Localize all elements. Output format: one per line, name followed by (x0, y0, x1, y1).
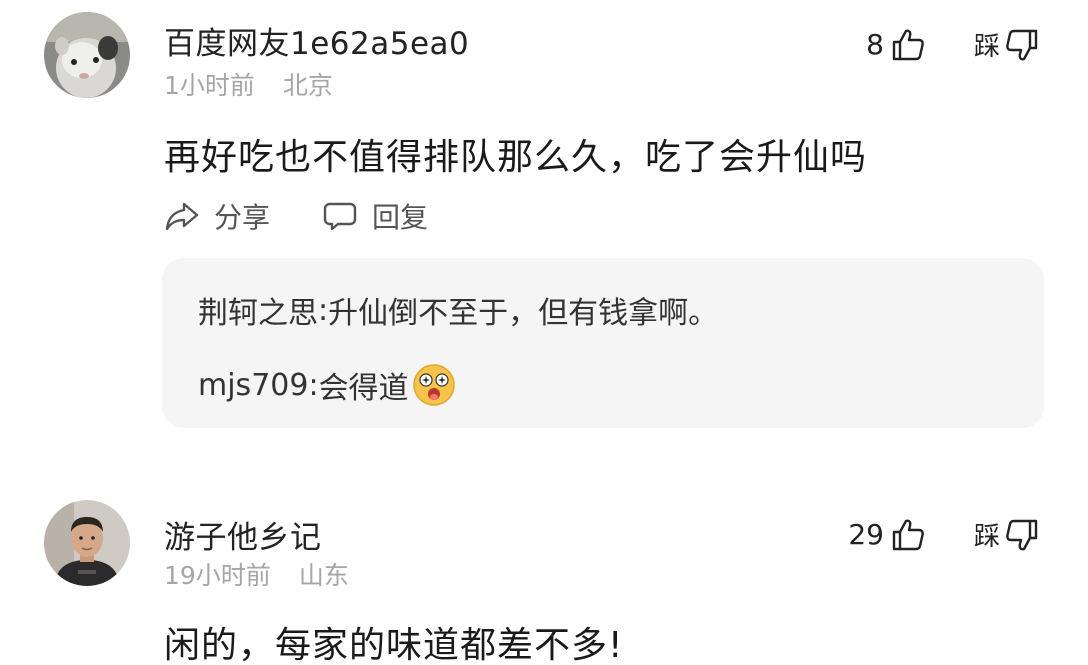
dislike-label[interactable]: 踩 (974, 516, 1000, 553)
reply-item[interactable]: 荆轲之思: 升仙倒不至于，但有钱拿啊。 (198, 288, 718, 332)
thumbs-down-icon[interactable] (1004, 27, 1040, 63)
guinea-pig-avatar-icon (44, 12, 130, 98)
reply-author[interactable]: 荆轲之思 (198, 288, 318, 332)
reply-text: 会得道 (318, 371, 409, 406)
comment-actions: 分享 回复 (164, 196, 428, 236)
location: 山东 (298, 561, 349, 590)
reply-button[interactable]: 回复 (322, 196, 428, 236)
starry-eyed-face-emoji-icon (412, 364, 455, 406)
user-avatar[interactable] (44, 12, 130, 98)
reply-text: 升仙倒不至于，但有钱拿啊。 (328, 296, 719, 331)
vote-area: 29 踩 (848, 516, 1040, 553)
share-button[interactable]: 分享 (164, 196, 270, 236)
username[interactable]: 游子他乡记 (164, 512, 322, 557)
username[interactable]: 百度网友1e62a5ea0 (164, 18, 469, 63)
comment-bubble-icon (323, 202, 357, 231)
reply-thread[interactable]: 荆轲之思: 升仙倒不至于，但有钱拿啊。 mjs709: 会得道 (162, 258, 1044, 428)
reply-separator: : (308, 367, 319, 403)
comment-list: 百度网友1e62a5ea0 1小时前 北京 8 踩 再好吃也不值得排队那么久，吃了… (0, 0, 1088, 665)
thumbs-up-icon[interactable] (890, 27, 926, 63)
comment-meta: 19小时前 山东 (164, 556, 349, 592)
comment-item: 游子他乡记 19小时前 山东 29 踩 闲的，每家的味道都差不多! (0, 490, 1088, 665)
location: 北京 (282, 71, 333, 100)
reply-author[interactable]: mjs709 (198, 368, 308, 403)
comment-item: 百度网友1e62a5ea0 1小时前 北京 8 踩 再好吃也不值得排队那么久，吃了… (0, 0, 1088, 450)
like-count: 8 (866, 28, 884, 61)
reply-separator: : (318, 292, 329, 328)
reply-label: 回复 (372, 201, 429, 234)
timestamp: 1小时前 (164, 71, 255, 100)
user-avatar[interactable] (44, 500, 130, 586)
thumbs-down-icon[interactable] (1004, 517, 1040, 553)
reply-item[interactable]: mjs709: 会得道 (198, 362, 457, 408)
vote-area: 8 踩 (866, 26, 1040, 63)
comment-meta: 1小时前 北京 (164, 66, 333, 102)
comment-text: 闲的，每家的味道都差不多! (164, 625, 624, 665)
man-photo-avatar-icon (44, 500, 130, 586)
dislike-label[interactable]: 踩 (974, 26, 1000, 63)
timestamp: 19小时前 (164, 561, 271, 590)
like-count: 29 (848, 518, 884, 551)
thumbs-up-icon[interactable] (890, 517, 926, 553)
comment-text: 再好吃也不值得排队那么久，吃了会升仙吗 (164, 137, 868, 178)
share-icon (165, 202, 199, 231)
share-label: 分享 (214, 201, 271, 234)
